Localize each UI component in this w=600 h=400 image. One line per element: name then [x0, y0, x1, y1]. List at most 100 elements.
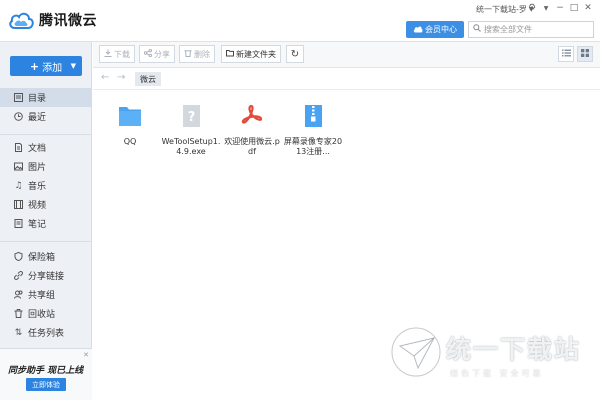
promo-title: 同步助手 现已上线: [8, 366, 84, 376]
breadcrumb[interactable]: 微云: [135, 72, 161, 86]
list-view-icon: [561, 49, 571, 60]
trash-icon: [184, 49, 192, 59]
sidebar-item-share-links[interactable]: 分享链接: [0, 266, 92, 285]
zip-icon: [300, 103, 326, 129]
sidebar-item-label: 保险箱: [28, 253, 56, 263]
sidebar-item-recent[interactable]: 最近: [0, 107, 92, 126]
sidebar-item-images[interactable]: 图片: [0, 157, 92, 176]
new-folder-icon: [226, 49, 234, 59]
new-folder-label: 新建文件夹: [236, 49, 276, 59]
music-icon: ♫: [14, 180, 23, 191]
pdf-icon: [239, 103, 265, 129]
directory-icon: [14, 93, 23, 102]
share-icon: [143, 48, 153, 59]
refresh-icon: ↻: [290, 48, 300, 60]
transfer-icon: ⇅: [14, 327, 23, 338]
close-icon[interactable]: ✕: [83, 351, 89, 359]
back-arrow-icon[interactable]: ←: [101, 72, 109, 83]
user-menu[interactable]: 统一下载站-罗 ▼: [476, 4, 534, 15]
grid-view-icon: [581, 48, 589, 60]
download-label: 下载: [114, 49, 130, 59]
note-icon: [14, 219, 23, 228]
divider: [0, 134, 91, 135]
file-name: QQ: [123, 137, 137, 146]
new-folder-button[interactable]: 新建文件夹: [221, 45, 281, 63]
sidebar-item-label: 音乐: [28, 182, 47, 192]
minimize-icon[interactable]: −: [554, 2, 566, 14]
file-item[interactable]: QQ: [102, 103, 158, 147]
shield-icon: [14, 252, 23, 261]
image-icon: [14, 162, 23, 171]
sidebar-item-video[interactable]: 视频: [0, 195, 92, 214]
nav-group-primary: 目录 最近: [0, 88, 92, 126]
link-icon: [14, 271, 23, 280]
clock-icon: [14, 112, 23, 121]
unknown-file-icon: ?: [178, 103, 204, 129]
sidebar-item-directory[interactable]: 目录: [0, 88, 92, 107]
sidebar-item-tasks[interactable]: ⇅ 任务列表: [0, 323, 92, 342]
share-label: 分享: [154, 49, 170, 59]
forward-arrow-icon[interactable]: →: [117, 72, 125, 83]
nav-group-tools: 保险箱 分享链接 共享组 回收站 ⇅ 任务列表: [0, 247, 92, 342]
add-button[interactable]: + 添加 ▼: [10, 56, 82, 76]
file-item[interactable]: 屏幕录像专家2013注册...: [283, 103, 343, 157]
toolbar: 下载 分享 删除 新建文件夹 ↻: [93, 42, 600, 68]
sidebar-item-notes[interactable]: 笔记: [0, 214, 92, 233]
add-button-label: 添加: [42, 62, 63, 74]
window-controls: ⚙ ▼ − □ ✕: [526, 2, 594, 14]
sidebar-item-label: 共享组: [28, 291, 56, 301]
file-name: 屏幕录像专家2013注册...: [283, 137, 343, 156]
sidebar-item-label: 视频: [28, 201, 47, 211]
sidebar-item-safe[interactable]: 保险箱: [0, 247, 92, 266]
sidebar-item-label: 任务列表: [28, 329, 65, 339]
sidebar-item-label: 分享链接: [28, 272, 65, 282]
sidebar-item-label: 图片: [28, 163, 47, 173]
title-bar: 腾讯微云 统一下载站-罗 ▼ ⚙ ▼ − □ ✕ 会员中心: [0, 0, 600, 42]
chevron-down-icon: ▼: [70, 62, 76, 70]
file-grid: QQ ? WeToolSetup1.4.9.exe 欢迎使用微云.pdf 屏幕录…: [93, 91, 600, 400]
sidebar-item-documents[interactable]: 文档: [0, 138, 92, 157]
delete-button[interactable]: 删除: [179, 45, 215, 63]
nav-group-types: 文档 图片 ♫ 音乐 视频 笔记: [0, 138, 92, 233]
search-box[interactable]: [468, 21, 594, 38]
sidebar-item-label: 文档: [28, 144, 47, 154]
folder-icon: [117, 103, 143, 129]
svg-text:?: ?: [188, 110, 196, 125]
document-icon: [14, 143, 23, 152]
app-title: 腾讯微云: [39, 13, 97, 29]
download-button[interactable]: 下载: [99, 45, 135, 63]
grid-view-button[interactable]: [577, 46, 593, 62]
sidebar-item-recycle-bin[interactable]: 回收站: [0, 304, 92, 323]
chevron-down-icon[interactable]: ▼: [540, 2, 552, 14]
close-icon[interactable]: ✕: [582, 2, 594, 14]
settings-icon[interactable]: ⚙: [526, 2, 538, 14]
refresh-button[interactable]: ↻: [286, 45, 304, 63]
list-view-button[interactable]: [558, 46, 574, 62]
sidebar-item-shared-groups[interactable]: 共享组: [0, 285, 92, 304]
maximize-icon[interactable]: □: [568, 2, 580, 14]
plus-icon: +: [29, 59, 40, 73]
cloud-icon: [413, 25, 423, 35]
sidebar-item-label: 回收站: [28, 310, 56, 320]
sidebar-item-music[interactable]: ♫ 音乐: [0, 176, 92, 195]
sidebar-item-label: 笔记: [28, 220, 47, 230]
divider: [0, 241, 91, 242]
vip-center-button[interactable]: 会员中心: [406, 21, 464, 38]
video-icon: [14, 200, 23, 209]
vip-center-label: 会员中心: [425, 25, 457, 34]
sidebar-item-label: 目录: [28, 94, 47, 104]
trash-icon: [14, 309, 23, 318]
share-button[interactable]: 分享: [139, 45, 175, 63]
sidebar: + 添加 ▼ 目录 最近 文档 图片 ♫ 音乐 视频 笔记 保险箱 分享链接 共…: [0, 42, 92, 400]
group-icon: [14, 290, 23, 299]
cloud-logo-icon: [8, 10, 34, 30]
search-input[interactable]: [484, 25, 584, 34]
try-now-button[interactable]: 立即体验: [26, 378, 66, 391]
file-item[interactable]: 欢迎使用微云.pdf: [224, 103, 280, 157]
path-bar: ← → 微云: [93, 68, 600, 90]
download-icon: [104, 49, 112, 59]
file-item[interactable]: ? WeToolSetup1.4.9.exe: [161, 103, 221, 157]
user-name: 统一下载站-罗: [476, 5, 527, 14]
file-name: WeToolSetup1.4.9.exe: [161, 137, 221, 156]
app-logo: 腾讯微云: [8, 10, 97, 30]
